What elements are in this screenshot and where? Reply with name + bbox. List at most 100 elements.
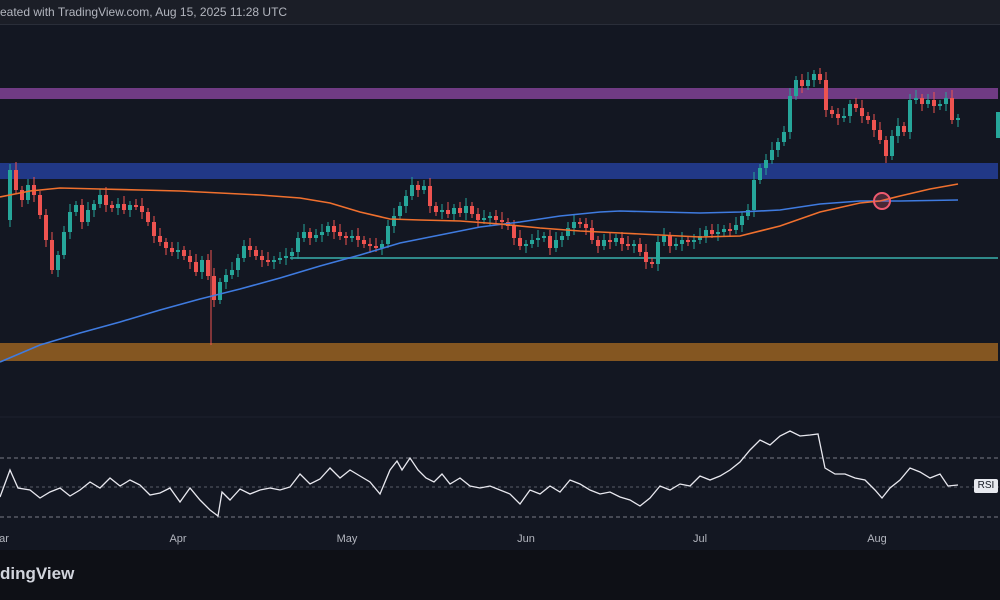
candle-body xyxy=(668,236,672,246)
candle-body xyxy=(776,142,780,150)
candle-body xyxy=(374,246,378,248)
candle-body xyxy=(200,260,204,272)
candle-body xyxy=(908,100,912,132)
candle-body xyxy=(434,206,438,212)
candle-body xyxy=(638,244,642,252)
candle-body xyxy=(836,114,840,118)
candle-body xyxy=(350,236,354,238)
candle-body xyxy=(296,238,300,252)
candle-body xyxy=(500,220,504,222)
candle-body xyxy=(368,244,372,246)
candle-body xyxy=(764,160,768,168)
candle-body xyxy=(860,108,864,116)
candle-body xyxy=(254,250,258,256)
candle-body xyxy=(134,205,138,207)
candle-body xyxy=(626,244,630,246)
golden-cross-circle xyxy=(873,192,891,210)
support-zone-blue xyxy=(0,163,998,179)
candle-body xyxy=(842,116,846,118)
candle-body xyxy=(206,260,210,276)
candle-body xyxy=(524,244,528,246)
candle-body xyxy=(248,246,252,250)
candle-body xyxy=(344,236,348,238)
candle-body xyxy=(560,236,564,240)
top-bar: eated with TradingView.com, Aug 15, 2025… xyxy=(0,0,1000,25)
candle-body xyxy=(932,100,936,106)
x-tick-label: Jun xyxy=(517,533,535,545)
candle-body xyxy=(944,98,948,104)
candle-body xyxy=(284,256,288,258)
candle-body xyxy=(824,80,828,110)
candle-body xyxy=(266,260,270,262)
candle-body xyxy=(806,80,810,86)
candle-body xyxy=(488,216,492,218)
candle-body xyxy=(872,120,876,130)
candle-body xyxy=(956,118,960,120)
x-tick-label: ar xyxy=(0,533,9,545)
candle-body xyxy=(242,246,246,258)
candle-body xyxy=(782,132,786,142)
candle-body xyxy=(164,242,168,248)
candle-body xyxy=(848,104,852,116)
candle-body xyxy=(224,275,228,282)
candle-body xyxy=(608,240,612,242)
candle-body xyxy=(404,196,408,206)
candlestick-series xyxy=(8,68,960,345)
candle-body xyxy=(536,238,540,240)
candle-body xyxy=(140,206,144,212)
candle-body xyxy=(692,240,696,242)
candle-body xyxy=(542,236,546,238)
candle-body xyxy=(494,216,498,220)
candle-body xyxy=(392,216,396,226)
candle-body xyxy=(866,116,870,120)
chart-attribution: eated with TradingView.com, Aug 15, 2025… xyxy=(0,5,288,19)
candle-body xyxy=(86,210,90,222)
candle-body xyxy=(128,205,132,210)
candle-body xyxy=(26,185,30,200)
candle-body xyxy=(890,136,894,156)
candle-body xyxy=(734,225,738,230)
candle-body xyxy=(98,195,102,204)
candle-body xyxy=(920,98,924,104)
candle-body xyxy=(158,236,162,242)
candle-body xyxy=(740,216,744,225)
candle-body xyxy=(38,195,42,215)
rsi-label: RSI xyxy=(974,479,998,493)
candle-body xyxy=(230,270,234,275)
candle-body xyxy=(356,236,360,240)
candle-body xyxy=(602,240,606,246)
candle-body xyxy=(362,240,366,244)
candle-body xyxy=(20,190,24,200)
candle-body xyxy=(614,238,618,242)
x-tick-label: Jul xyxy=(693,533,707,545)
candle-body xyxy=(332,226,336,232)
candle-body xyxy=(938,104,942,106)
candle-body xyxy=(686,240,690,242)
tradingview-logo-text: dingView xyxy=(0,564,75,583)
candle-body xyxy=(896,126,900,136)
candle-body xyxy=(320,232,324,235)
price-chart[interactable]: ar Apr May Jun Jul Aug xyxy=(0,25,1000,550)
candle-body xyxy=(422,186,426,190)
candle-body xyxy=(458,208,462,213)
candle-body xyxy=(770,150,774,160)
candle-body xyxy=(704,230,708,236)
candle-body xyxy=(410,185,414,196)
candle-body xyxy=(236,258,240,270)
candle-body xyxy=(194,262,198,272)
candle-body xyxy=(632,244,636,246)
candle-body xyxy=(80,205,84,222)
candle-body xyxy=(14,170,18,190)
candle-body xyxy=(56,255,60,270)
candle-body xyxy=(728,229,732,231)
candle-body xyxy=(326,226,330,232)
candle-body xyxy=(446,210,450,214)
candle-body xyxy=(578,222,582,224)
candle-body xyxy=(440,210,444,212)
candle-body xyxy=(926,100,930,104)
candle-body xyxy=(44,215,48,240)
partial-candle xyxy=(996,112,1000,138)
candle-body xyxy=(452,208,456,214)
candle-body xyxy=(680,240,684,244)
candle-body xyxy=(674,244,678,246)
